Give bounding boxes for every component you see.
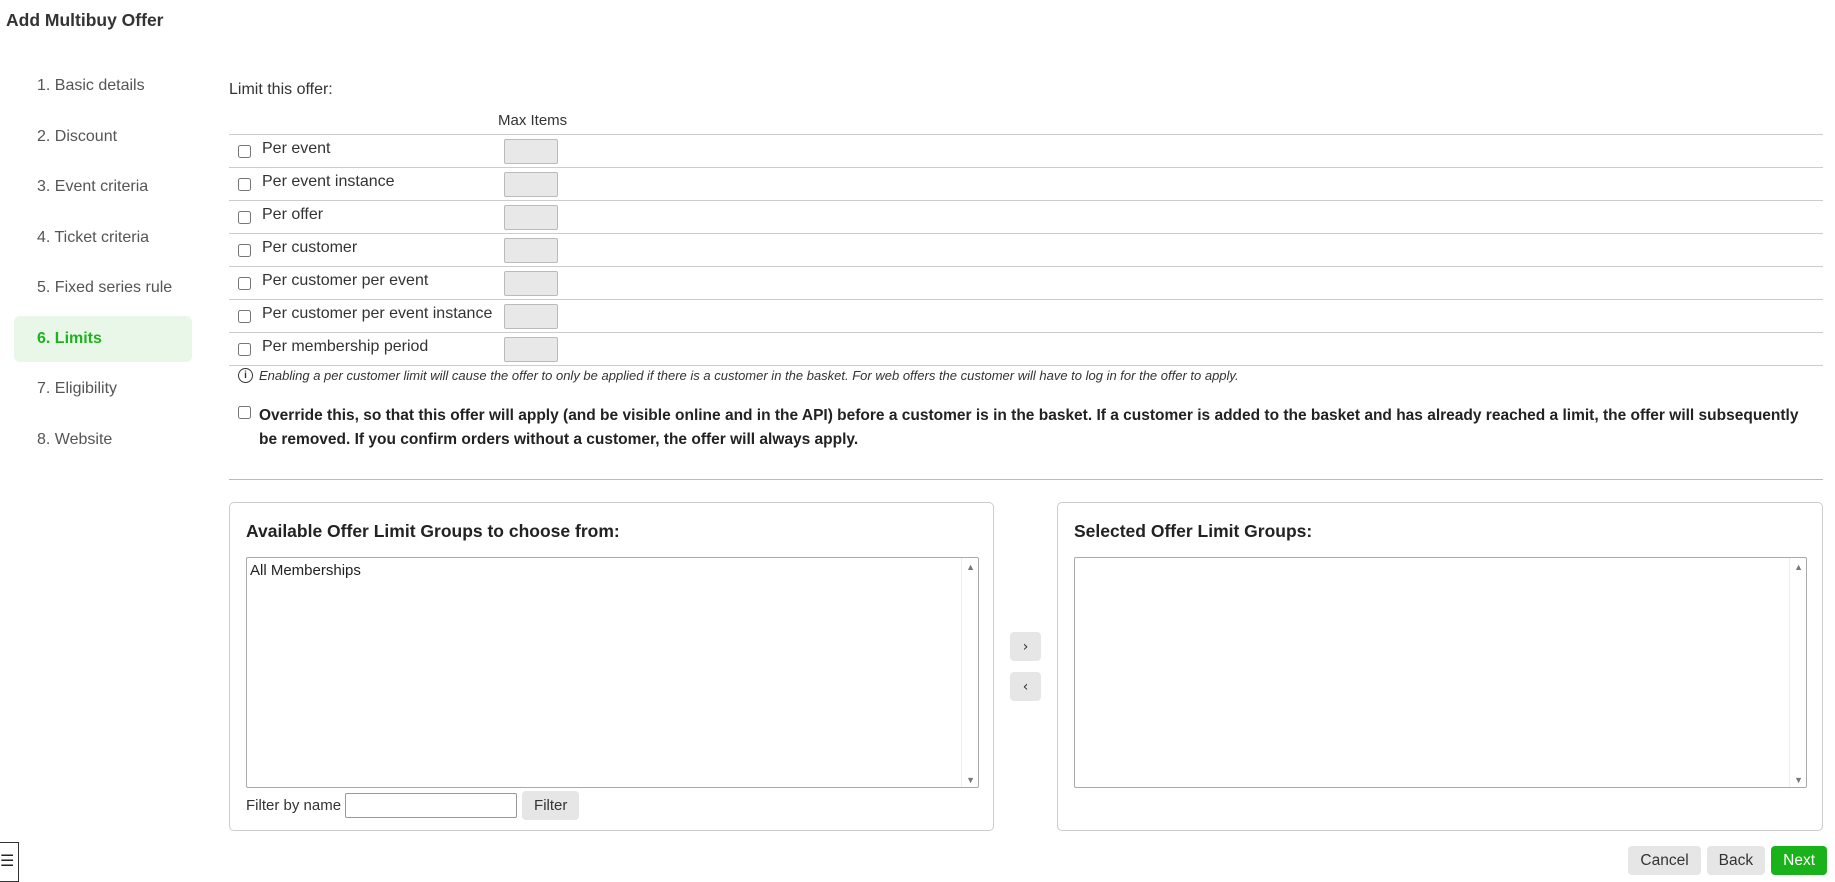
- limits-table: Per event Per event instance Per offer P…: [229, 134, 1823, 366]
- step-limits[interactable]: 6. Limits: [14, 315, 192, 362]
- limit-label: Per customer per event instance: [262, 305, 493, 322]
- per-event-checkbox[interactable]: [238, 145, 251, 158]
- step-eligibility[interactable]: 7. Eligibility: [14, 366, 192, 412]
- scrollbar[interactable]: [961, 558, 978, 787]
- per-customer-per-event-instance-checkbox[interactable]: [238, 310, 251, 323]
- filter-label: Filter by name: [246, 797, 342, 814]
- available-groups-title: Available Offer Limit Groups to choose f…: [246, 521, 620, 541]
- scroll-up-icon[interactable]: ▲: [1794, 562, 1803, 572]
- limit-label: Per customer per event: [262, 272, 429, 289]
- selected-groups-title: Selected Offer Limit Groups:: [1074, 521, 1313, 541]
- per-membership-period-max-input[interactable]: [504, 337, 558, 362]
- available-groups-panel: Available Offer Limit Groups to choose f…: [229, 502, 994, 831]
- available-groups-list[interactable]: All Memberships ▲ ▼: [246, 557, 979, 788]
- limit-row-per-offer: Per offer: [229, 201, 1823, 234]
- limit-label: Per customer: [262, 239, 358, 256]
- limit-label: Per event instance: [262, 173, 395, 190]
- per-event-instance-max-input[interactable]: [504, 172, 558, 197]
- override-option[interactable]: Override this, so that this offer will a…: [238, 404, 1813, 451]
- per-offer-max-input[interactable]: [504, 205, 558, 230]
- list-item[interactable]: All Memberships: [247, 558, 978, 583]
- next-button[interactable]: Next: [1771, 846, 1827, 875]
- step-event-criteria[interactable]: 3. Event criteria: [14, 164, 192, 210]
- per-event-max-input[interactable]: [504, 139, 558, 164]
- limit-row-per-event: Per event: [229, 135, 1823, 168]
- limits-heading: Limit this offer:: [229, 81, 333, 98]
- filter-input[interactable]: [345, 793, 518, 818]
- customer-limit-info: i Enabling a per customer limit will cau…: [238, 368, 1239, 383]
- page-title: Add Multibuy Offer: [6, 10, 164, 30]
- scroll-down-icon[interactable]: ▼: [1794, 775, 1803, 785]
- info-text: Enabling a per customer limit will cause…: [259, 368, 1239, 383]
- per-membership-period-checkbox[interactable]: [238, 343, 251, 356]
- limit-label: Per membership period: [262, 338, 429, 355]
- selected-groups-panel: Selected Offer Limit Groups: ▲ ▼: [1057, 502, 1823, 831]
- per-customer-checkbox[interactable]: [238, 244, 251, 257]
- override-checkbox[interactable]: [238, 406, 251, 419]
- per-event-instance-checkbox[interactable]: [238, 178, 251, 191]
- per-customer-per-event-max-input[interactable]: [504, 271, 558, 296]
- filter-button[interactable]: Filter: [522, 791, 580, 820]
- limit-label: Per event: [262, 140, 331, 157]
- step-fixed-series-rule[interactable]: 5. Fixed series rule: [14, 265, 192, 311]
- step-discount[interactable]: 2. Discount: [14, 114, 192, 160]
- move-left-button[interactable]: ‹: [1010, 672, 1041, 701]
- scrollbar[interactable]: [1789, 558, 1806, 787]
- override-text: Override this, so that this offer will a…: [259, 407, 1799, 448]
- per-customer-per-event-checkbox[interactable]: [238, 277, 251, 290]
- step-website[interactable]: 8. Website: [14, 417, 192, 463]
- wizard-footer: Cancel Back Next: [1628, 846, 1827, 875]
- hamburger-icon[interactable]: ☰: [0, 842, 19, 882]
- move-right-button[interactable]: ›: [1010, 632, 1041, 661]
- scroll-up-icon[interactable]: ▲: [966, 562, 975, 572]
- limit-row-per-customer: Per customer: [229, 234, 1823, 267]
- per-customer-per-event-instance-max-input[interactable]: [504, 304, 558, 329]
- filter-row: Filter by name Filter: [246, 791, 580, 820]
- limit-row-per-customer-per-event: Per customer per event: [229, 267, 1823, 300]
- limit-row-per-event-instance: Per event instance: [229, 168, 1823, 201]
- info-icon: i: [238, 368, 253, 383]
- max-items-header: Max Items: [498, 112, 568, 129]
- per-customer-max-input[interactable]: [504, 238, 558, 263]
- limit-row-per-customer-per-event-instance: Per customer per event instance: [229, 300, 1823, 333]
- selected-groups-list[interactable]: ▲ ▼: [1074, 557, 1807, 788]
- step-ticket-criteria[interactable]: 4. Ticket criteria: [14, 215, 192, 261]
- step-basic-details[interactable]: 1. Basic details: [14, 63, 192, 109]
- limit-label: Per offer: [262, 206, 324, 223]
- wizard-steps: 1. Basic details 2. Discount 3. Event cr…: [14, 63, 192, 467]
- limit-row-per-membership-period: Per membership period: [229, 333, 1823, 366]
- scroll-down-icon[interactable]: ▼: [966, 775, 975, 785]
- cancel-button[interactable]: Cancel: [1628, 846, 1701, 875]
- per-offer-checkbox[interactable]: [238, 211, 251, 224]
- section-divider: [229, 479, 1823, 480]
- back-button[interactable]: Back: [1706, 846, 1766, 875]
